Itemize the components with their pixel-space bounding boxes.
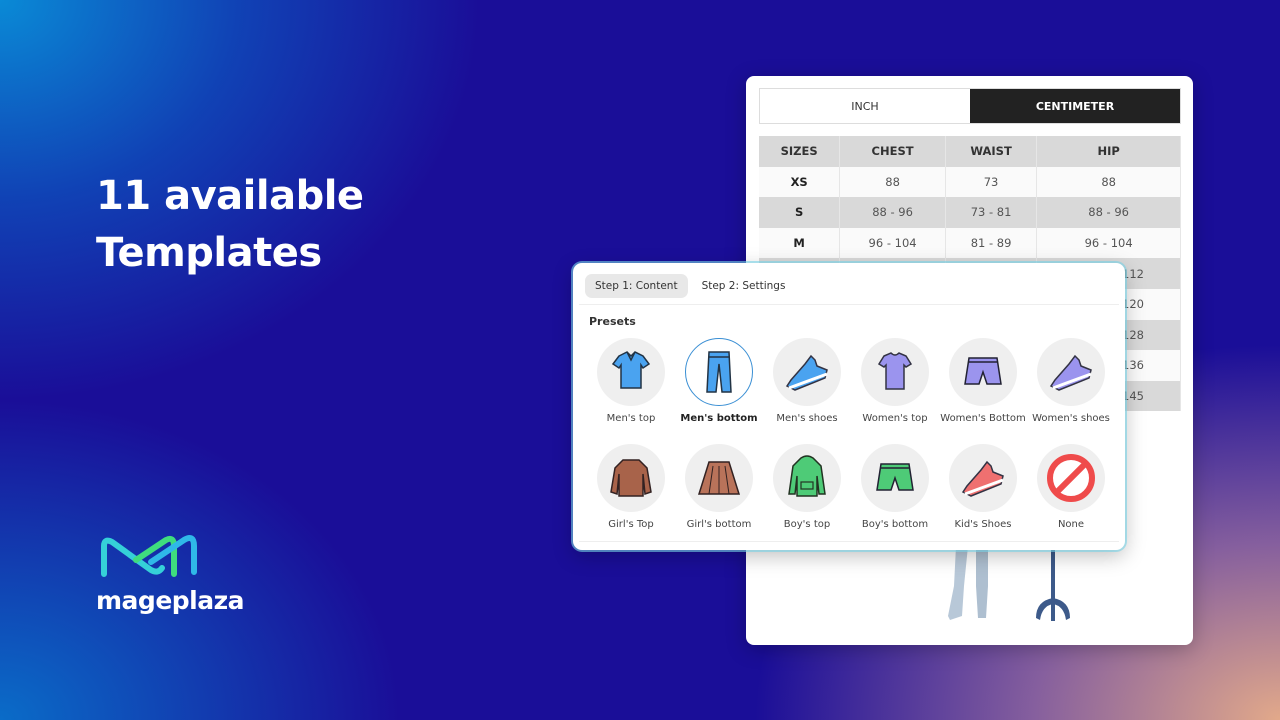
cell: 88 [839,166,946,198]
preset-circle [949,444,1017,512]
preset-circle [597,338,665,406]
no-sign-icon [1047,454,1095,502]
preset-circle [773,338,841,406]
shirt-icon [611,351,651,389]
preset-circle [685,444,753,512]
preset-label: Women's shoes [1032,413,1110,424]
hoodie-icon [788,455,826,497]
preset-label: Men's bottom [680,413,758,424]
tshirt-icon [877,352,913,390]
cell: M [759,227,841,259]
preset-girl-s-top[interactable]: Girl's Top [587,444,675,542]
tab-inch[interactable]: INCH [760,89,970,123]
pants-icon [706,351,732,393]
preset-circle [1037,444,1105,512]
headline: 11 available Templates [96,168,364,282]
shoe-icon [961,460,1004,497]
cell: 96 - 104 [1036,227,1181,259]
shoe-icon [1049,354,1092,391]
preset-label: Girl's bottom [686,519,752,530]
header-waist: WAIST [945,136,1038,167]
preset-popup: Step 1: Content Step 2: Settings Presets… [573,263,1125,550]
divider [579,304,1119,305]
header-hip: HIP [1036,136,1181,167]
cell: 88 - 96 [839,197,946,228]
preset-label: Boy's top [783,519,831,530]
divider [579,541,1119,542]
shorts-icon [876,463,914,491]
preset-circle [1037,338,1105,406]
preset-label: Men's shoes [776,413,838,424]
shorts-icon [964,357,1002,385]
header-chest: CHEST [839,136,946,167]
headline-line-2: Templates [96,230,322,276]
cell: 73 - 81 [945,197,1038,228]
preset-circle [685,338,753,406]
preset-circle [597,444,665,512]
preset-label: None [1057,519,1085,530]
step-tabs: Step 1: Content Step 2: Settings [585,274,795,298]
preset-circle [773,444,841,512]
preset-women-s-bottom[interactable]: Women's Bottom [939,338,1027,436]
header-sizes: SIZES [759,136,841,167]
mannequin-icon [948,546,1070,621]
cell: 81 - 89 [945,227,1038,259]
preset-none[interactable]: None [1027,444,1115,542]
cell: 96 - 104 [839,227,946,259]
tab-step-settings[interactable]: Step 2: Settings [692,274,796,298]
preset-label: Men's top [606,413,656,424]
shoe-icon [785,354,828,391]
preset-men-s-shoes[interactable]: Men's shoes [763,338,851,436]
cell: 73 [945,166,1038,198]
unit-tabs: INCH CENTIMETER [759,88,1181,124]
table-header-row: SIZES CHEST WAIST HIP [759,136,1181,167]
cell: XS [759,166,841,198]
table-row: M 96 - 104 81 - 89 96 - 104 [759,227,1181,259]
preset-circle [861,338,929,406]
preset-boy-s-bottom[interactable]: Boy's bottom [851,444,939,542]
cell: S [759,197,841,228]
skirt-icon [697,461,741,495]
presets-grid: Men's top Men's bottom Men's shoes Women's … [587,338,1115,542]
table-row: XS 88 73 88 [759,166,1181,198]
preset-label: Boy's bottom [861,519,929,530]
preset-boy-s-top[interactable]: Boy's top [763,444,851,542]
preset-label: Women's Bottom [940,413,1026,424]
preset-men-s-top[interactable]: Men's top [587,338,675,436]
sweater-icon [610,459,652,497]
preset-women-s-shoes[interactable]: Women's shoes [1027,338,1115,436]
tab-step-content[interactable]: Step 1: Content [585,274,688,298]
preset-kid-s-shoes[interactable]: Kid's Shoes [939,444,1027,542]
cell: 88 [1036,166,1181,198]
mageplaza-logo-icon [101,535,197,577]
headline-line-1: 11 available [96,173,364,219]
preset-label: Girl's Top [608,519,654,530]
brand-name: mageplaza [96,586,245,615]
preset-label: Women's top [862,413,928,424]
table-row: S 88 - 96 73 - 81 88 - 96 [759,197,1181,228]
preset-circle [861,444,929,512]
preset-girl-s-bottom[interactable]: Girl's bottom [675,444,763,542]
presets-title: Presets [589,315,636,328]
preset-men-s-bottom[interactable]: Men's bottom [675,338,763,436]
preset-circle [949,338,1017,406]
tab-centimeter[interactable]: CENTIMETER [970,89,1180,123]
preset-label: Kid's Shoes [954,519,1012,530]
cell: 88 - 96 [1036,197,1181,228]
preset-women-s-top[interactable]: Women's top [851,338,939,436]
